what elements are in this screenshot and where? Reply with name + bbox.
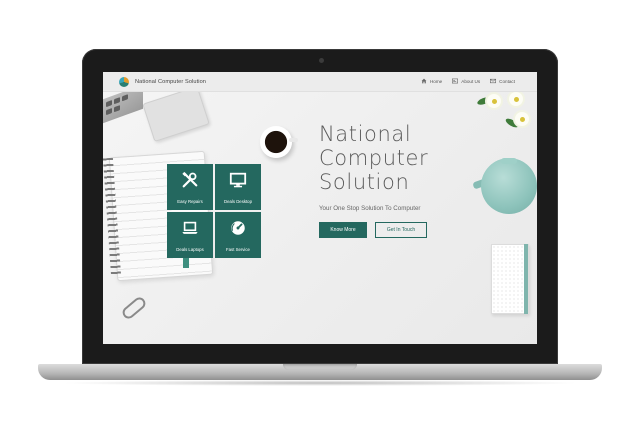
hero-title: National Computer Solution (319, 122, 519, 194)
tile-deals-laptops[interactable]: Deals Laptops (167, 212, 213, 258)
laptop-base-notch (283, 364, 357, 370)
nav-item-label: Home (429, 79, 443, 84)
tile-label: Easy Repairs (177, 198, 203, 204)
hero-title-line: Solution (319, 170, 410, 194)
nav-item-contact[interactable]: Contact (490, 78, 515, 86)
tile-deals-desktop[interactable]: Deals Desktop (215, 164, 261, 210)
gauge-icon (229, 219, 247, 242)
monitor-icon (229, 171, 247, 194)
laptop-screen: National Computer Solution Home About Us… (103, 72, 537, 344)
hero-title-line: National (319, 122, 412, 146)
laptop-shadow (60, 380, 580, 386)
tile-label: Deals Desktop (224, 198, 252, 204)
brand-name: National Computer Solution (135, 78, 207, 85)
coffee-cup-handle (289, 138, 298, 142)
camera-dot (319, 58, 324, 63)
coffee-cup-decoration (260, 126, 292, 158)
laptop-icon (181, 219, 199, 242)
id-card-icon (452, 78, 459, 86)
hero-title-line: Computer (319, 146, 429, 170)
tile-label: Deals Laptops (176, 246, 204, 252)
tile-label: Fast Service (226, 246, 250, 252)
service-tiles: Easy Repairs Deals Desktop Deals Laptops… (167, 164, 261, 258)
navbar: National Computer Solution Home About Us… (103, 72, 537, 92)
brand-link[interactable]: National Computer Solution (119, 76, 207, 87)
nav-item-label: Contact (499, 79, 515, 84)
nav-item-home[interactable]: Home (421, 78, 442, 86)
home-icon (421, 78, 427, 86)
notepad-edge (524, 244, 528, 314)
nav-item-label: About Us (461, 79, 481, 84)
nav-item-about-us[interactable]: About Us (452, 78, 480, 86)
know-more-button[interactable]: Know More (319, 222, 367, 238)
nav-menu: Home About Us Contact (421, 78, 515, 86)
binder-clip-decoration (120, 295, 148, 321)
brand-logo-icon (119, 76, 129, 87)
tile-fast-service[interactable]: Fast Service (215, 212, 261, 258)
tools-icon (181, 171, 199, 194)
tablet-decoration (142, 86, 210, 142)
envelope-icon (490, 78, 497, 86)
hero-subtitle: Your One Stop Solution To Computer (319, 205, 421, 212)
tile-easy-repairs[interactable]: Easy Repairs (167, 164, 213, 210)
get-in-touch-button[interactable]: Get In Touch (375, 222, 427, 238)
